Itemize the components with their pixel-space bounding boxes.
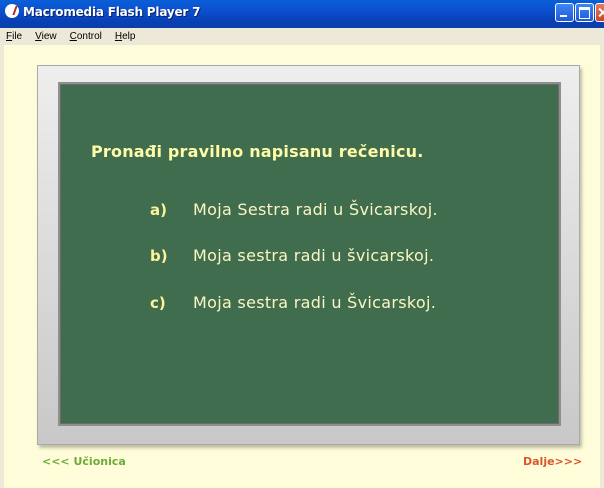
option-letter: c) [150, 294, 166, 312]
minimize-icon[interactable] [555, 3, 574, 22]
back-to-classroom-link[interactable]: <<< Učionica [42, 455, 126, 468]
question-text: Pronađi pravilno napisanu rečenicu. [91, 142, 424, 161]
menu-file[interactable]: File [0, 31, 29, 42]
option-text: Moja sestra radi u Švicarskoj. [193, 293, 437, 312]
chalkboard: Pronađi pravilno napisanu rečenicu. a) M… [58, 82, 561, 426]
flash-stage: Pronađi pravilno napisanu rečenicu. a) M… [4, 45, 600, 488]
close-icon[interactable] [595, 3, 604, 22]
window-title: Macromedia Flash Player 7 [23, 5, 201, 19]
next-link[interactable]: Dalje>>> [523, 455, 582, 468]
menu-help[interactable]: Help [109, 31, 143, 42]
flash-app-icon [5, 4, 19, 18]
chalkboard-frame: Pronađi pravilno napisanu rečenicu. a) M… [37, 65, 580, 445]
option-text: Moja sestra radi u švicarskoj. [193, 246, 435, 265]
option-letter: b) [150, 247, 168, 265]
title-bar[interactable]: Macromedia Flash Player 7 [0, 0, 604, 28]
flash-player-window: Macromedia Flash Player 7 File View Cont… [0, 0, 604, 488]
option-text: Moja Sestra radi u Švicarskoj. [193, 200, 438, 219]
option-letter: a) [150, 201, 167, 219]
menu-control[interactable]: Control [64, 31, 109, 42]
maximize-icon[interactable] [575, 3, 594, 22]
menu-view[interactable]: View [29, 31, 64, 42]
menu-bar: File View Control Help [0, 28, 604, 45]
